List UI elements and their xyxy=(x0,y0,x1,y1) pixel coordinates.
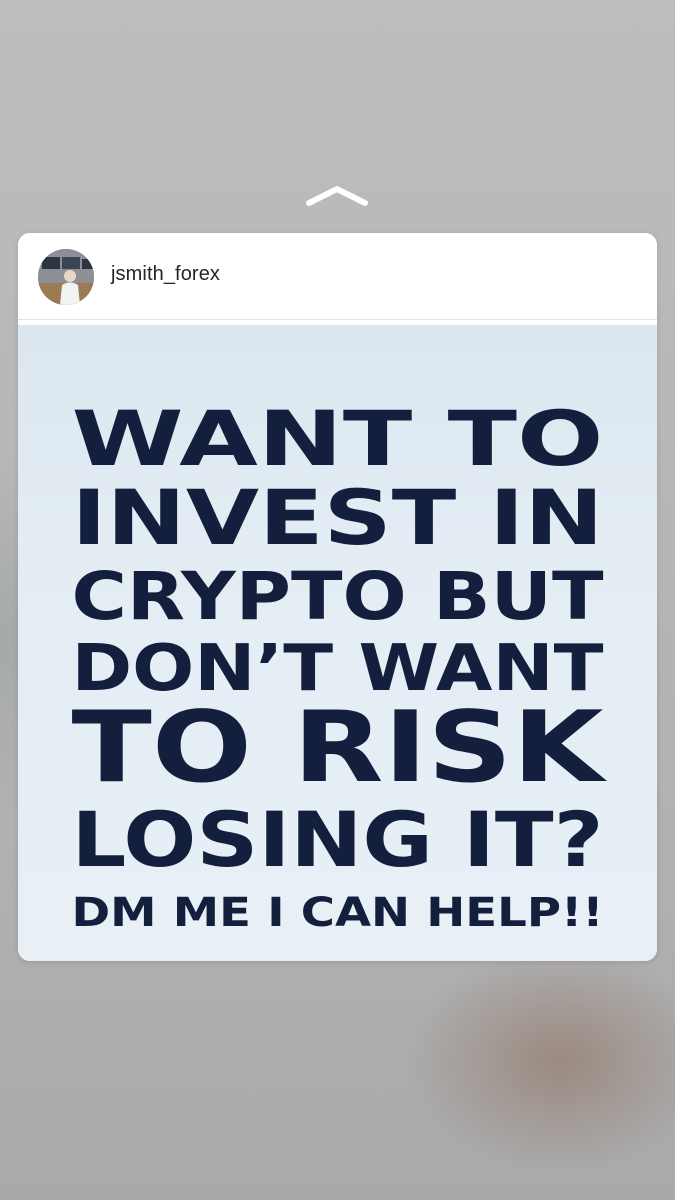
username[interactable]: jsmith_forex xyxy=(111,263,220,286)
image-text-line-6: LOSING IT? xyxy=(72,795,604,884)
image-text-line-3: CRYPTO BUT xyxy=(72,558,604,635)
image-text-line-7: DM ME I CAN HELP!! xyxy=(72,890,604,936)
post-header: jsmith_forex xyxy=(18,233,657,320)
avatar[interactable] xyxy=(38,249,94,305)
chevron-up-icon[interactable] xyxy=(305,183,369,207)
image-text-line-1: WANT TO xyxy=(72,394,604,483)
image-text-line-2: INVEST IN xyxy=(72,473,604,562)
trader-desk-avatar-icon xyxy=(38,249,94,305)
image-text-line-5: TO RISK xyxy=(72,691,608,805)
shared-post-card[interactable]: jsmith_forex WANT TO INVEST IN CRYPTO BU… xyxy=(18,233,657,961)
post-image-text: WANT TO INVEST IN CRYPTO BUT DON’T WANT … xyxy=(72,394,608,936)
post-image: WANT TO INVEST IN CRYPTO BUT DON’T WANT … xyxy=(18,325,657,961)
